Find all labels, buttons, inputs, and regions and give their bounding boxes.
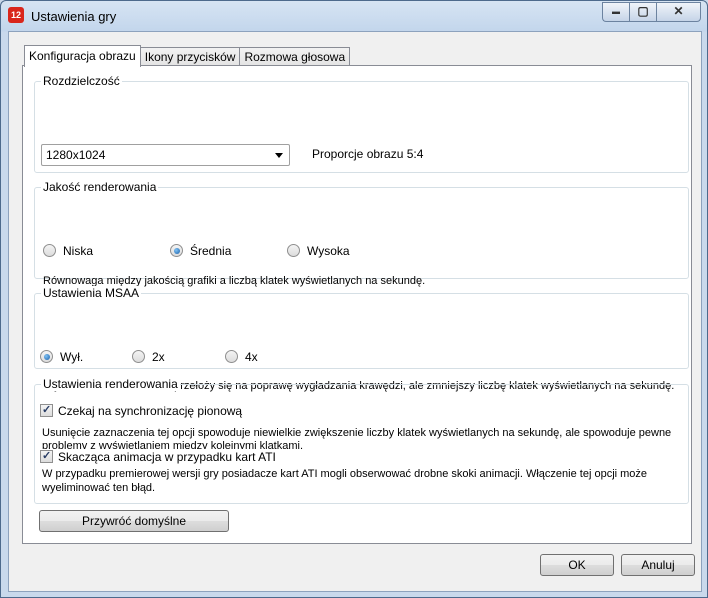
msaa-legend: Ustawienia MSAA xyxy=(41,286,142,300)
chevron-down-icon xyxy=(275,153,283,158)
vsync-label[interactable]: Czekaj na synchronizację pionową xyxy=(58,404,242,418)
resolution-value: 1280x1024 xyxy=(46,148,106,162)
close-button[interactable]: ✕ xyxy=(656,2,701,22)
app-icon: 12 xyxy=(8,7,24,23)
quality-legend: Jakość renderowania xyxy=(41,180,159,194)
msaa-2x-label[interactable]: 2x xyxy=(152,350,165,364)
msaa-2x-radio[interactable] xyxy=(132,350,145,363)
window-controls: ▬ ▢ ✕ xyxy=(602,2,701,22)
resolution-legend: Rozdzielczość xyxy=(41,74,122,88)
checkmark-icon: ✓ xyxy=(42,404,52,416)
quality-low-label[interactable]: Niska xyxy=(63,244,93,258)
dialog-client: Konfiguracja obrazu Ikony przycisków Roz… xyxy=(8,31,702,592)
ok-button[interactable]: OK xyxy=(540,554,614,576)
restore-defaults-button[interactable]: Przywróć domyślne xyxy=(39,510,229,532)
maximize-icon: ▢ xyxy=(637,4,649,18)
ati-label[interactable]: Skacząca animacja w przypadku kart ATI xyxy=(58,450,276,464)
resolution-select[interactable]: 1280x1024 xyxy=(41,144,290,166)
tab-panel-display-config: Rozdzielczość 1280x1024 Proporcje obrazu… xyxy=(22,65,692,544)
aspect-ratio-label: Proporcje obrazu 5:4 xyxy=(312,147,424,161)
maximize-button[interactable]: ▢ xyxy=(629,2,656,22)
msaa-off-radio[interactable] xyxy=(40,350,53,363)
quality-high-radio[interactable] xyxy=(287,244,300,257)
close-icon: ✕ xyxy=(673,4,684,18)
vsync-description-line1: Usunięcie zaznaczenia tej opcji spowoduj… xyxy=(42,427,672,439)
quality-group: Jakość renderowania xyxy=(34,180,689,279)
minimize-icon: ▬ xyxy=(612,7,620,16)
quality-low-radio[interactable] xyxy=(43,244,56,257)
tab-voice-chat[interactable]: Rozmowa głosowa xyxy=(239,47,351,66)
quality-high-label[interactable]: Wysoka xyxy=(307,244,350,258)
minimize-button[interactable]: ▬ xyxy=(602,2,629,22)
vsync-description-line2: problemy z wyświetlaniem między kolejnym… xyxy=(42,440,304,449)
settings-window: 12 Ustawienia gry ▬ ▢ ✕ Konfiguracja obr… xyxy=(0,0,708,598)
tab-strip: Konfiguracja obrazu Ikony przycisków Roz… xyxy=(24,44,351,67)
window-title: Ustawienia gry xyxy=(31,9,117,24)
msaa-4x-radio[interactable] xyxy=(225,350,238,363)
render-settings-legend: Ustawienia renderowania xyxy=(41,377,180,391)
quality-medium-label[interactable]: Średnia xyxy=(190,244,231,258)
msaa-4x-label[interactable]: 4x xyxy=(245,350,258,364)
checkmark-icon: ✓ xyxy=(42,450,52,462)
tab-display-config[interactable]: Konfiguracja obrazu xyxy=(24,45,141,67)
msaa-off-label[interactable]: Wył. xyxy=(60,350,83,364)
ati-checkbox[interactable]: ✓ xyxy=(40,450,53,463)
cancel-button[interactable]: Anuluj xyxy=(621,554,695,576)
ati-description-line2: wyeliminować ten błąd. xyxy=(42,482,156,494)
quality-medium-radio[interactable] xyxy=(170,244,183,257)
tab-button-icons[interactable]: Ikony przycisków xyxy=(139,47,241,66)
ati-description-line1: W przypadku premierowej wersji gry posia… xyxy=(42,468,648,480)
vsync-checkbox[interactable]: ✓ xyxy=(40,404,53,417)
title-bar[interactable]: 12 Ustawienia gry ▬ ▢ ✕ xyxy=(1,1,707,31)
